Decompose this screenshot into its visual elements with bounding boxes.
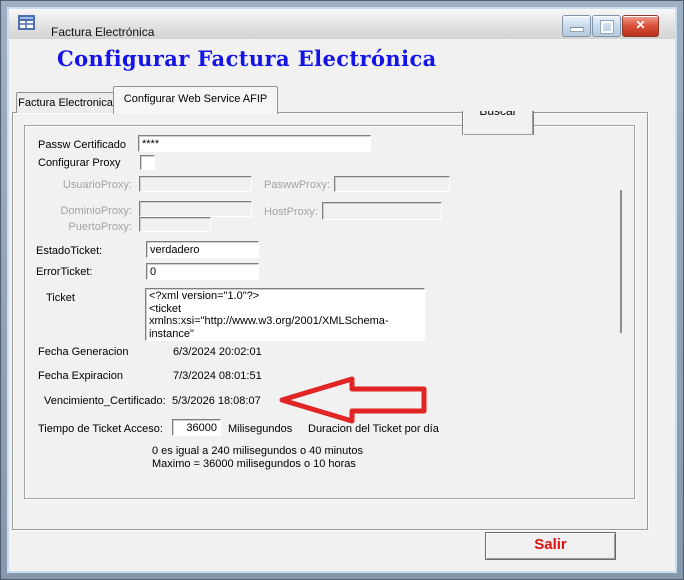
tiempo-unit-label: Milisegundos <box>228 423 292 435</box>
ticket-label: Ticket <box>46 292 75 304</box>
note-line-2: Maximo = 36000 milisegundos o 10 horas <box>152 458 356 470</box>
passw-certificado-label: Passw Certificado <box>38 139 126 151</box>
clipped-button-wrapper: Buscar <box>462 111 534 135</box>
dominio-proxy-input <box>139 201 252 217</box>
maximize-button[interactable] <box>592 15 621 37</box>
red-arrow-icon <box>278 374 430 427</box>
factura-electronica-window: Factura Electrónica ✕ Configurar Factura… <box>0 0 684 580</box>
window-title: Factura Electrónica <box>51 25 154 39</box>
fecha-expiracion-value: 7/3/2024 08:01:51 <box>173 370 262 382</box>
puerto-proxy-label: PuertoProxy: <box>40 221 132 233</box>
fecha-generacion-label: Fecha Generacion <box>38 346 129 358</box>
vencimiento-certificado-value: 5/3/2026 18:08:07 <box>172 395 261 407</box>
dominio-proxy-label: DominioProxy: <box>40 205 132 217</box>
buscar-button-clipped[interactable]: Buscar <box>462 111 534 135</box>
host-proxy-label: HostProxy: <box>264 206 318 218</box>
tab-configurar-web-service-afip[interactable]: Configurar Web Service AFIP <box>113 86 278 114</box>
usuario-proxy-label: UsuarioProxy: <box>40 179 132 191</box>
maximize-icon <box>601 21 613 33</box>
minimize-button[interactable] <box>562 15 591 37</box>
puerto-proxy-input <box>139 217 211 232</box>
estado-ticket-label: EstadoTicket: <box>36 245 102 257</box>
window-form-icon <box>18 15 36 34</box>
vencimiento-certificado-label: Vencimiento_Certificado: <box>44 395 166 407</box>
salir-button[interactable]: Salir <box>485 532 616 560</box>
tab-factura-electronica[interactable]: Factura Electronica <box>16 92 115 113</box>
error-ticket-input[interactable] <box>146 263 259 280</box>
pasww-proxy-label: PaswwProxy: <box>264 179 330 191</box>
tiempo-ticket-input[interactable] <box>172 419 221 436</box>
configurar-proxy-checkbox[interactable] <box>140 155 155 170</box>
minimize-icon <box>570 27 584 32</box>
error-ticket-label: ErrorTicket: <box>36 266 92 278</box>
usuario-proxy-input <box>139 176 252 192</box>
vertical-separator-line <box>620 190 622 333</box>
estado-ticket-input[interactable] <box>146 241 259 258</box>
ticket-xml-textbox[interactable]: <?xml version="1.0"?> <ticket xmlns:xsi=… <box>145 288 425 341</box>
page-title: Configurar Factura Electrónica <box>57 46 437 71</box>
fecha-generacion-value: 6/3/2024 20:02:01 <box>173 346 262 358</box>
close-button[interactable]: ✕ <box>622 15 659 37</box>
host-proxy-input <box>322 202 442 220</box>
close-icon: ✕ <box>635 18 645 32</box>
fecha-expiracion-label: Fecha Expiracion <box>38 370 123 382</box>
configurar-proxy-label: Configurar Proxy <box>38 157 121 169</box>
passw-certificado-input[interactable] <box>138 135 371 152</box>
pasww-proxy-input <box>334 176 450 192</box>
tiempo-ticket-label: Tiempo de Ticket Acceso: <box>38 423 163 435</box>
tiempo-hint-label: Duracion del Ticket por día <box>308 423 439 435</box>
note-line-1: 0 es igual a 240 milisegundos o 40 minut… <box>152 445 363 457</box>
